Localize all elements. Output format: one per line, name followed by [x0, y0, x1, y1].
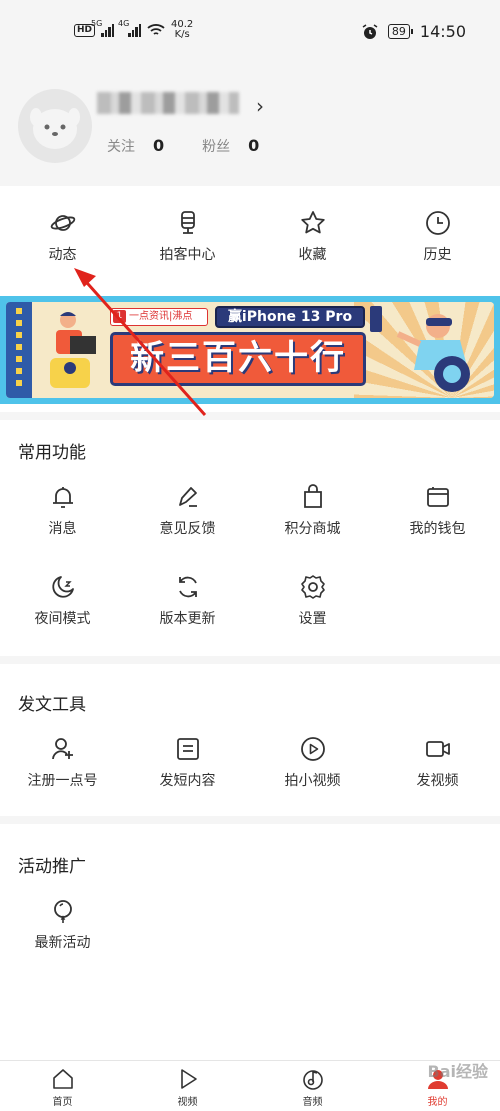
shopping-bag-icon — [303, 484, 322, 508]
signal-4g-icon: 4G — [118, 19, 142, 37]
item-label: 设置 — [298, 611, 327, 627]
watermark: Bai经验 — [427, 1062, 488, 1081]
item-label: 发短内容 — [159, 773, 216, 789]
balloon-icon — [53, 900, 72, 923]
network-speed: 40.2 K/s — [171, 19, 194, 40]
document-icon — [176, 738, 199, 760]
tab-home[interactable]: 首页 — [0, 1061, 125, 1111]
chevron-right-icon[interactable]: › — [256, 94, 264, 118]
banner-image: 一点资讯|沸点 赢iPhone 13 Pro 新三百六十行 — [6, 302, 494, 398]
planet-icon — [50, 215, 75, 231]
clock-time: 14:50 — [419, 22, 466, 41]
alarm-icon — [362, 23, 378, 39]
item-label: 发视频 — [416, 773, 459, 789]
star-icon — [300, 211, 325, 234]
quick-nav-history[interactable]: 历史 — [375, 210, 500, 264]
play-circle-icon — [300, 737, 325, 761]
post-video-button[interactable]: 发视频 — [375, 736, 500, 790]
clock-icon — [425, 211, 450, 235]
pencil-icon — [178, 487, 197, 507]
bell-icon — [52, 487, 73, 508]
tab-label: 我的 — [427, 1097, 448, 1108]
profile-stats: 关注 0 粉丝 0 — [107, 136, 285, 156]
athlete-illustration-icon — [370, 306, 470, 392]
add-user-icon — [51, 738, 73, 760]
follow-label[interactable]: 关注 — [107, 136, 135, 156]
promotions-card: 活动推广 最新活动 — [0, 824, 500, 1060]
wallet-button[interactable]: 我的钱包 — [375, 484, 500, 538]
item-label: 我的钱包 — [409, 521, 466, 537]
gear-icon — [300, 575, 325, 599]
item-label: 夜间模式 — [34, 611, 91, 627]
follow-count[interactable]: 0 — [153, 136, 164, 155]
microphone-icon — [180, 211, 195, 234]
banner-product: 赢iPhone 13 Pro — [215, 306, 365, 328]
common-row-2: 夜间模式 版本更新 设置 — [0, 574, 500, 628]
item-label: 消息 — [48, 521, 77, 537]
play-icon — [180, 1069, 197, 1089]
fans-count[interactable]: 0 — [248, 136, 259, 155]
quick-nav-label: 拍客中心 — [159, 247, 216, 263]
item-label: 拍小视频 — [284, 773, 341, 789]
night-mode-button[interactable]: 夜间模式 — [0, 574, 125, 628]
tab-label: 音频 — [302, 1097, 323, 1108]
item-label: 最新活动 — [34, 935, 91, 951]
quick-nav-label: 动态 — [48, 247, 77, 263]
short-video-button[interactable]: 拍小视频 — [250, 736, 375, 790]
section-title: 常用功能 — [18, 443, 86, 463]
battery-indicator: 89 — [387, 24, 413, 39]
fans-label[interactable]: 粉丝 — [202, 136, 230, 156]
bottom-tab-bar: 首页 视频 音频 我的 — [0, 1060, 500, 1111]
banner-tag: 一点资讯|沸点 — [110, 308, 208, 326]
feedback-button[interactable]: 意见反馈 — [125, 484, 250, 538]
worker-illustration-icon — [50, 312, 96, 388]
banner-left-strip — [6, 302, 32, 398]
status-bar: HD 5G 4G 40.2 K/s 89 14:50 — [0, 0, 500, 64]
settings-button[interactable]: 设置 — [250, 574, 375, 628]
promo-banner[interactable]: 一点资讯|沸点 赢iPhone 13 Pro 新三百六十行 — [0, 296, 500, 404]
version-update-button[interactable]: 版本更新 — [125, 574, 250, 628]
dog-avatar-icon — [30, 108, 80, 149]
common-row-1: 消息 意见反馈 积分商城 我的钱包 — [0, 484, 500, 538]
quick-nav-pai-center[interactable]: 拍客中心 — [125, 210, 250, 264]
moon-icon — [51, 576, 74, 598]
section-title: 活动推广 — [18, 857, 86, 877]
item-label: 注册一点号 — [27, 773, 98, 789]
username-blurred — [97, 92, 239, 114]
messages-button[interactable]: 消息 — [0, 484, 125, 538]
quick-nav-favorites[interactable]: 收藏 — [250, 210, 375, 264]
profile-header[interactable]: › 关注 0 粉丝 0 — [0, 64, 500, 186]
points-mall-button[interactable]: 积分商城 — [250, 484, 375, 538]
register-account-button[interactable]: 注册一点号 — [0, 736, 125, 790]
common-functions-card: 常用功能 消息 意见反馈 积分商城 我的钱包 夜间模式 版本更新 设置 — [0, 420, 500, 656]
item-label: 版本更新 — [159, 611, 216, 627]
banner-headline: 新三百六十行 — [110, 332, 366, 386]
refresh-icon — [178, 576, 197, 598]
quick-nav-row: 动态 拍客中心 收藏 历史 — [0, 210, 500, 264]
video-camera-icon — [425, 741, 450, 757]
promo-row: 最新活动 — [0, 898, 500, 952]
section-title: 发文工具 — [18, 695, 86, 715]
home-icon — [52, 1069, 73, 1089]
item-label: 意见反馈 — [159, 521, 216, 537]
wallet-icon — [426, 487, 449, 507]
quick-nav-label: 历史 — [423, 247, 452, 263]
quick-nav-label: 收藏 — [298, 247, 327, 263]
tab-video[interactable]: 视频 — [125, 1061, 250, 1111]
posting-tools-card: 发文工具 注册一点号 发短内容 拍小视频 发视频 — [0, 664, 500, 816]
item-label: 积分商城 — [284, 521, 341, 537]
tab-label: 视频 — [177, 1097, 198, 1108]
signal-5g-icon: 5G — [91, 19, 115, 37]
short-post-button[interactable]: 发短内容 — [125, 736, 250, 790]
latest-activities-button[interactable]: 最新活动 — [0, 898, 125, 952]
quick-nav-dynamics[interactable]: 动态 — [0, 210, 125, 264]
avatar[interactable] — [18, 89, 92, 163]
tools-row: 注册一点号 发短内容 拍小视频 发视频 — [0, 736, 500, 790]
tab-audio[interactable]: 音频 — [250, 1061, 375, 1111]
wifi-icon — [147, 24, 165, 35]
music-disc-icon — [302, 1070, 323, 1090]
tab-label: 首页 — [52, 1097, 73, 1108]
